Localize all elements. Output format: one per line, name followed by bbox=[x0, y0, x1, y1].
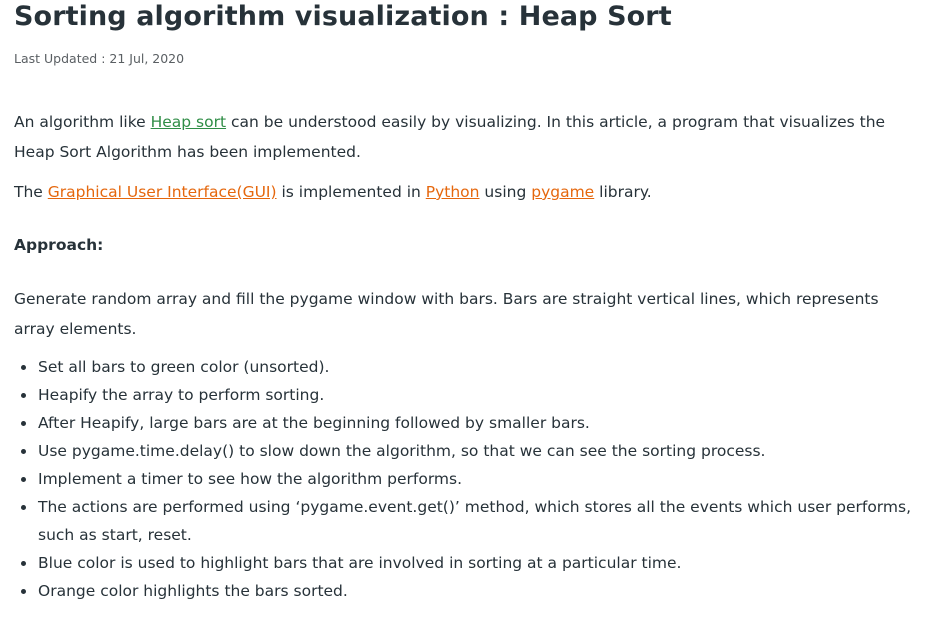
bullet-icon bbox=[21, 477, 26, 482]
gui-text-3: using bbox=[479, 183, 532, 201]
list-item: Use pygame.time.delay() to slow down the… bbox=[14, 437, 914, 465]
list-item: The actions are performed using ‘pygame.… bbox=[14, 493, 914, 549]
list-item-text: The actions are performed using ‘pygame.… bbox=[38, 498, 912, 544]
list-item-text: Set all bars to green color (unsorted). bbox=[38, 358, 330, 376]
list-item-text: Heapify the array to perform sorting. bbox=[38, 386, 325, 404]
list-item: Heapify the array to perform sorting. bbox=[14, 381, 914, 409]
page-title: Sorting algorithm visualization : Heap S… bbox=[14, 1, 672, 32]
heap-sort-link[interactable]: Heap sort bbox=[151, 113, 226, 131]
gui-paragraph: The Graphical User Interface(GUI) is imp… bbox=[14, 177, 914, 207]
article: Sorting algorithm visualization : Heap S… bbox=[14, 0, 914, 605]
list-item-text: Orange color highlights the bars sorted. bbox=[38, 582, 348, 600]
gui-text-2: is implemented in bbox=[276, 183, 426, 201]
gui-text-4: library. bbox=[594, 183, 652, 201]
approach-paragraph: Generate random array and fill the pygam… bbox=[14, 290, 879, 338]
bullet-icon bbox=[21, 505, 26, 510]
list-item: Implement a timer to see how the algorit… bbox=[14, 465, 914, 493]
list-item: Blue color is used to highlight bars tha… bbox=[14, 549, 914, 577]
bullet-icon bbox=[21, 589, 26, 594]
approach-steps-list: Set all bars to green color (unsorted). … bbox=[14, 353, 914, 605]
intro-paragraph: An algorithm like Heap sort can be under… bbox=[14, 107, 914, 167]
gui-text-1: The bbox=[14, 183, 48, 201]
approach-heading: Approach: bbox=[14, 236, 104, 254]
bullet-icon bbox=[21, 449, 26, 454]
intro-text-before: An algorithm like bbox=[14, 113, 151, 131]
bullet-icon bbox=[21, 561, 26, 566]
list-item-text: After Heapify, large bars are at the beg… bbox=[38, 414, 590, 432]
list-item: Orange color highlights the bars sorted. bbox=[14, 577, 914, 605]
gui-link[interactable]: Graphical User Interface(GUI) bbox=[48, 183, 277, 201]
bullet-icon bbox=[21, 365, 26, 370]
last-updated: Last Updated : 21 Jul, 2020 bbox=[14, 51, 185, 66]
list-item-text: Implement a timer to see how the algorit… bbox=[38, 470, 463, 488]
list-item-text: Blue color is used to highlight bars tha… bbox=[38, 554, 682, 572]
list-item: Set all bars to green color (unsorted). bbox=[14, 353, 914, 381]
bullet-icon bbox=[21, 393, 26, 398]
python-link[interactable]: Python bbox=[426, 183, 480, 201]
list-item: After Heapify, large bars are at the beg… bbox=[14, 409, 914, 437]
bullet-icon bbox=[21, 421, 26, 426]
list-item-text: Use pygame.time.delay() to slow down the… bbox=[38, 442, 766, 460]
pygame-link[interactable]: pygame bbox=[531, 183, 594, 201]
